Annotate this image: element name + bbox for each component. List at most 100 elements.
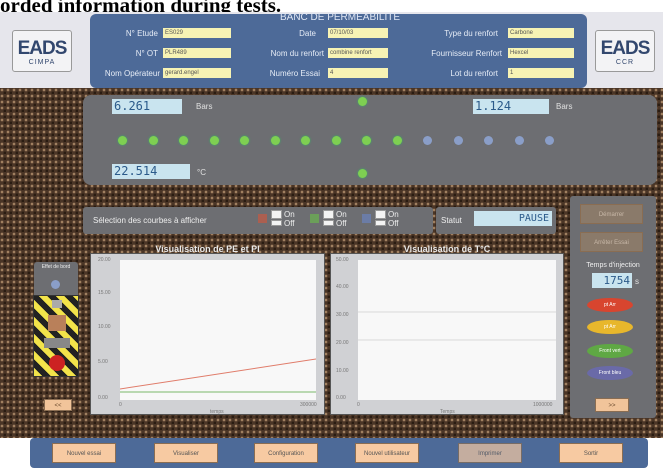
status-display: PAUSE [474, 211, 552, 226]
front-vert-button[interactable]: Front vert [587, 344, 633, 358]
curve-on-checkbox[interactable] [323, 210, 334, 219]
field-date-input[interactable]: 07/10/03 [328, 28, 388, 38]
curve-off-checkbox[interactable] [375, 220, 386, 226]
temperature-xtick: 0 [357, 402, 360, 408]
curve-off-label: Off [336, 219, 347, 228]
bottom-indicator-dot [358, 169, 367, 178]
sensor-dot [301, 136, 310, 145]
pe-pi-ytick: 5.00 [98, 359, 108, 365]
pe-pi-ytick: 20.00 [98, 257, 111, 263]
configuration-button[interactable]: Configuration [254, 443, 318, 463]
app-title: BANC DE PERMEABILITE [279, 12, 401, 23]
curve-off-checkbox[interactable] [271, 220, 282, 226]
sensor-dot [148, 136, 158, 145]
point-arret-red-button[interactable]: pt Arr [587, 298, 633, 312]
sensor-dot [240, 136, 249, 145]
field-label-etude: N° Etude [125, 29, 158, 38]
temperature-plot [358, 311, 556, 341]
pipe-top [52, 300, 62, 308]
sensor-dot [209, 136, 219, 145]
field-label-renfort: Nom du renfort [270, 49, 324, 58]
field-ot-input[interactable]: PLR489 [163, 48, 231, 58]
logo-right-sub: CCR [615, 59, 635, 66]
field-label-essai: Numéro Essai [269, 69, 320, 78]
curve-off-checkbox[interactable] [323, 220, 334, 226]
field-etude-input[interactable]: ES029 [163, 28, 231, 38]
sensor-dot [392, 136, 402, 145]
start-button[interactable]: Démarrer [580, 204, 643, 224]
curve-off-label: Off [284, 219, 295, 228]
sensor-dot [423, 136, 432, 145]
effet-de-bord-indicator [51, 280, 60, 289]
logo-left-sub: CIMPA [28, 59, 56, 66]
eads-ccr-logo: EADS CCR [595, 30, 655, 72]
field-label-fournisseur: Fournisseur Renfort [431, 49, 502, 58]
temperature-ytick: 0.00 [336, 395, 346, 401]
field-lot-input[interactable]: 1 [508, 68, 574, 78]
sensor-dot [484, 136, 493, 145]
pi-unit: Bars [556, 102, 573, 111]
curve-color-swatch [362, 214, 371, 223]
temperature-ytick: 20.00 [336, 340, 349, 346]
pe-display: 6.261 [112, 99, 182, 114]
pe-unit: Bars [196, 102, 213, 111]
sensor-dot [362, 136, 371, 145]
stop-test-button[interactable]: Arrêter Essai [580, 232, 643, 252]
sensor-dot [514, 136, 524, 145]
eads-cimpa-logo: EADS CIMPA [12, 30, 72, 72]
pe-pi-xlabel: temps [210, 409, 224, 415]
exit-button[interactable]: Sortir [559, 443, 623, 463]
sensor-dot [331, 136, 341, 145]
pe-pi-ytick: 0.00 [98, 395, 108, 401]
field-label-lot: Lot du renfort [450, 69, 498, 78]
temperature-ytick: 30.00 [336, 312, 349, 318]
curve-on-label: On [284, 210, 295, 219]
curve-on-checkbox[interactable] [271, 210, 282, 219]
field-type-renfort-input[interactable]: Carbone [508, 28, 574, 38]
sensor-dot [179, 136, 188, 145]
point-arret-yellow-button[interactable]: pt Arr [587, 320, 633, 334]
back-button[interactable]: << [44, 399, 72, 411]
pe-pi-chart-title: Visualisation de PE et PI [155, 244, 260, 254]
bottom-toolbar [30, 438, 648, 468]
new-user-button[interactable]: Nouvel utilisateur [355, 443, 419, 463]
pi-display: 1.124 [473, 99, 549, 114]
temperature-plot-area [358, 260, 556, 400]
field-essai-input[interactable]: 4 [328, 68, 388, 78]
visualize-button[interactable]: Visualiser [154, 443, 218, 463]
curve-on-checkbox[interactable] [375, 210, 386, 219]
valve-bar [44, 338, 70, 348]
status-label: Statut [441, 216, 462, 225]
temperature-ytick: 10.00 [336, 368, 349, 374]
sensor-dot [545, 136, 554, 145]
field-label-type-renfort: Type du renfort [444, 29, 498, 38]
pe-pi-ytick: 15.00 [98, 290, 111, 296]
sensor-dot [270, 136, 280, 145]
curve-color-swatch [258, 214, 267, 223]
emergency-stop-button[interactable] [49, 355, 65, 371]
curve-color-swatch [310, 214, 319, 223]
pe-pi-plot-area [119, 260, 317, 400]
front-bleu-button[interactable]: Front bleu [587, 366, 633, 380]
pe-pi-plot [119, 358, 317, 393]
logo-left-brand: EADS [17, 38, 68, 59]
field-label-operateur: Nom Opérateur [104, 69, 160, 78]
forward-button[interactable]: >> [595, 398, 629, 412]
top-indicator-dot [358, 97, 367, 106]
new-test-button[interactable]: Nouvel essai [52, 443, 116, 463]
field-renfort-input[interactable]: combine renfort [328, 48, 388, 58]
sensor-dot [453, 136, 463, 145]
temperature-display: 22.514 [112, 164, 190, 179]
field-operateur-input[interactable]: gerard.engel [163, 68, 231, 78]
temperature-ytick: 50.00 [336, 257, 349, 263]
field-fournisseur-input[interactable]: Hexcel [508, 48, 574, 58]
curve-on-label: On [336, 210, 347, 219]
temperature-xlabel: Temps [440, 409, 455, 415]
print-button[interactable]: Imprimer [458, 443, 522, 463]
logo-right-brand: EADS [600, 38, 651, 59]
selection-label: Sélection des courbes à afficher [93, 216, 207, 225]
temperature-xtick: 1000000 [533, 402, 553, 408]
effet-de-bord-label: Effet de bord [41, 264, 71, 270]
curve-off-label: Off [388, 219, 399, 228]
pe-pi-xtick: 0 [119, 402, 122, 408]
